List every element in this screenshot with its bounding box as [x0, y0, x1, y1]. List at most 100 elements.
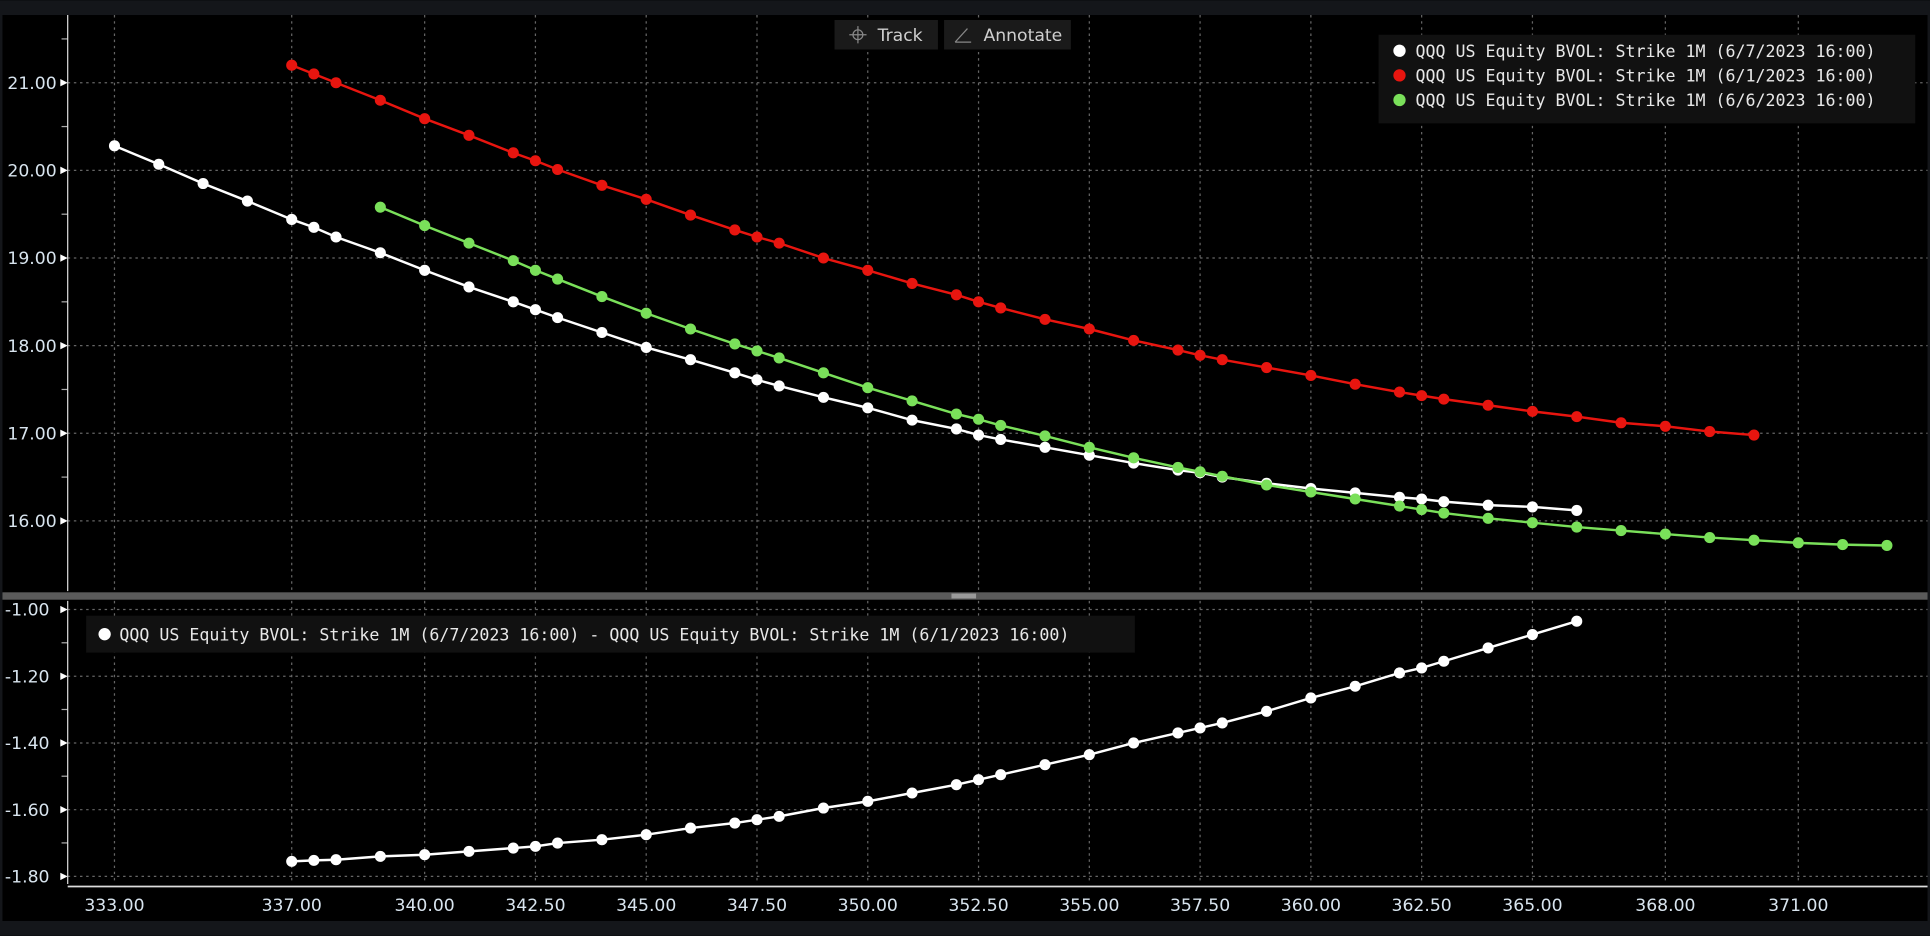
series-6-6-point[interactable] [1704, 532, 1716, 544]
series-difference-point[interactable] [308, 854, 320, 866]
series-6-6-point[interactable] [552, 273, 564, 285]
series-6-6-point[interactable] [1172, 461, 1184, 474]
series-6-7-point[interactable] [950, 423, 962, 435]
divider-handle[interactable] [951, 593, 977, 599]
series-6-6-point[interactable] [529, 264, 541, 276]
series-6-7-point[interactable] [197, 177, 209, 190]
series-6-1-point[interactable] [1482, 399, 1494, 411]
series-6-6-point[interactable] [995, 419, 1007, 431]
series-6-1-point[interactable] [1526, 405, 1538, 417]
series-6-6-point[interactable] [1083, 441, 1095, 453]
series-6-7-point[interactable] [529, 304, 541, 316]
series-6-1-point[interactable] [1704, 425, 1716, 438]
series-difference-point[interactable] [640, 829, 652, 841]
series-6-1-point[interactable] [286, 59, 298, 71]
series-6-6-point[interactable] [950, 408, 962, 420]
series-difference-point[interactable] [773, 810, 785, 822]
series-6-1-point[interactable] [308, 68, 320, 80]
series-6-6-point[interactable] [640, 307, 652, 319]
series-6-1-point[interactable] [1393, 386, 1406, 398]
series-6-7-point[interactable] [1438, 496, 1450, 508]
series-difference-point[interactable] [1526, 629, 1538, 641]
series-6-6-point[interactable] [1216, 470, 1228, 482]
series-6-1-point[interactable] [862, 264, 874, 276]
series-6-6-point[interactable] [684, 323, 697, 335]
series-6-7-point[interactable] [108, 140, 121, 152]
series-difference-point[interactable] [751, 814, 763, 826]
series-6-7-point[interactable] [419, 264, 431, 276]
series-6-1-point[interactable] [529, 155, 541, 167]
series-6-7-point[interactable] [153, 158, 165, 170]
series-difference-point[interactable] [374, 850, 386, 862]
series-6-7-point[interactable] [330, 231, 342, 243]
series-difference-point[interactable] [286, 855, 298, 867]
series-6-1-point[interactable] [1083, 323, 1095, 335]
series-6-1-point[interactable] [1349, 378, 1361, 390]
series-6-6-point[interactable] [374, 201, 386, 213]
series-6-6-point[interactable] [1128, 452, 1140, 464]
series-6-1-point[interactable] [552, 163, 564, 176]
series-difference-point[interactable] [1416, 662, 1428, 674]
series-6-1-point[interactable] [684, 209, 697, 221]
series-6-1-point[interactable] [773, 237, 785, 249]
series-difference-point[interactable] [1349, 680, 1361, 692]
series-6-7-point[interactable] [640, 341, 652, 353]
series-6-1-point[interactable] [1216, 354, 1228, 366]
series-6-6-point[interactable] [419, 220, 431, 232]
series-6-1-point[interactable] [1261, 362, 1273, 374]
series-6-6-point[interactable] [507, 255, 519, 267]
series-6-6-point[interactable] [1305, 486, 1317, 498]
series-6-6-point[interactable] [751, 345, 763, 357]
series-6-1-point[interactable] [1039, 313, 1051, 325]
series-6-1-point[interactable] [419, 113, 431, 125]
series-6-1-point[interactable] [906, 277, 918, 289]
series-6-6-point[interactable] [906, 395, 918, 407]
annotate-button[interactable]: Annotate [944, 19, 1071, 50]
series-difference-point[interactable] [817, 802, 829, 814]
series-difference-point[interactable] [529, 840, 541, 852]
series-difference-point[interactable] [906, 787, 918, 799]
series-6-7-point[interactable] [596, 326, 608, 339]
series-6-1-point[interactable] [640, 193, 652, 205]
series-6-6-point[interactable] [1194, 466, 1206, 478]
series-6-6-point[interactable] [1748, 534, 1760, 546]
series-6-1-point[interactable] [1659, 420, 1671, 432]
series-difference-point[interactable] [1305, 692, 1317, 704]
series-6-6-point[interactable] [862, 382, 874, 394]
series-6-1-point[interactable] [751, 231, 763, 243]
series-6-1-point[interactable] [374, 94, 386, 106]
series-6-1-point[interactable] [1172, 344, 1184, 356]
series-6-6-point[interactable] [817, 367, 829, 379]
series-6-6-point[interactable] [973, 413, 985, 425]
series-6-7-point[interactable] [973, 429, 985, 441]
series-6-6-point[interactable] [1792, 537, 1804, 549]
series-6-1-point[interactable] [1438, 393, 1450, 405]
series-6-7-point[interactable] [773, 380, 785, 392]
series-6-7-point[interactable] [684, 354, 697, 366]
series-6-1-point[interactable] [1615, 417, 1627, 429]
series-6-6-point[interactable] [1615, 525, 1627, 537]
series-6-1-point[interactable] [817, 252, 829, 264]
series-6-7-point[interactable] [374, 247, 386, 259]
series-6-1-point[interactable] [995, 302, 1007, 314]
series-6-1-point[interactable] [1194, 349, 1206, 361]
series-6-1-point[interactable] [1416, 390, 1428, 402]
series-6-1-point[interactable] [1305, 369, 1317, 381]
series-6-7-point[interactable] [241, 195, 253, 207]
series-6-1-point[interactable] [596, 179, 608, 191]
series-difference-point[interactable] [1482, 642, 1494, 654]
series-6-7-point[interactable] [1416, 493, 1428, 505]
series-6-6-point[interactable] [1393, 500, 1406, 512]
series-6-1-point[interactable] [330, 77, 342, 89]
series-6-7-point[interactable] [463, 281, 475, 293]
series-difference-point[interactable] [596, 834, 608, 846]
series-6-1-point[interactable] [1128, 334, 1140, 346]
series-difference-point[interactable] [1438, 655, 1450, 667]
series-6-7-point[interactable] [1482, 499, 1494, 511]
series-6-1-point[interactable] [1571, 411, 1583, 423]
series-6-6-point[interactable] [1416, 503, 1428, 516]
series-6-1-point[interactable] [463, 129, 475, 141]
series-6-6-point[interactable] [1482, 512, 1494, 524]
series-6-6-point[interactable] [1881, 539, 1893, 552]
series-6-7-point[interactable] [995, 433, 1007, 445]
